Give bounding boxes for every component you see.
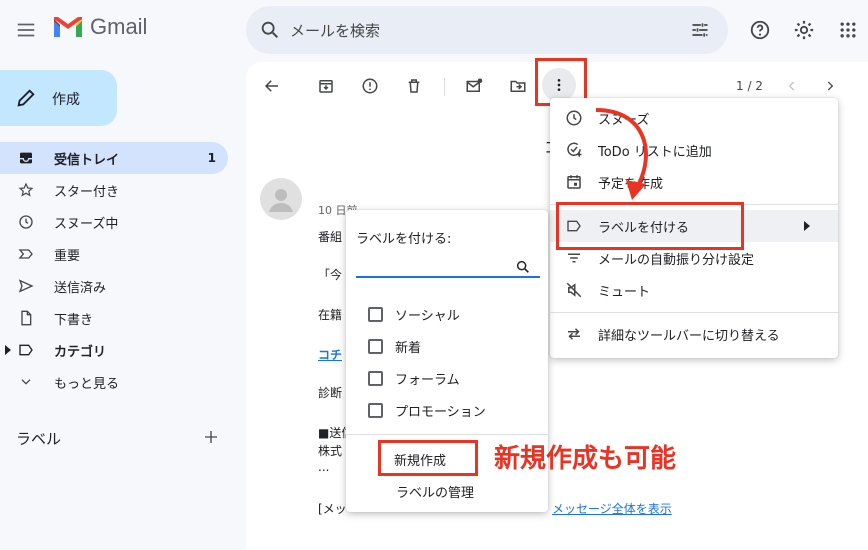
toolbar-divider bbox=[444, 78, 445, 96]
label-option-text: フォーラム bbox=[395, 372, 460, 388]
sidebar-item-label: カテゴリ bbox=[54, 344, 107, 360]
menu-divider bbox=[550, 312, 838, 313]
sidebar-item-drafts[interactable]: 下書き bbox=[0, 302, 228, 334]
plus-icon[interactable] bbox=[200, 426, 222, 448]
unread-count: 1 bbox=[207, 151, 216, 165]
sidebar-item-starred[interactable]: スター付き bbox=[0, 174, 228, 206]
submenu-arrow-icon bbox=[804, 221, 810, 231]
menu-item-mute[interactable]: ミュート bbox=[550, 274, 838, 306]
menu-item-switch-toolbar[interactable]: 詳細なツールバーに切り替える bbox=[550, 318, 838, 350]
search-options-icon[interactable] bbox=[688, 18, 712, 42]
compose-label: 作成 bbox=[52, 92, 80, 108]
sidebar-item-label: 受信トレイ bbox=[54, 152, 120, 168]
create-new-label-button[interactable]: 新規作成 bbox=[394, 450, 446, 469]
gear-icon[interactable] bbox=[792, 18, 816, 42]
sidebar-item-label: 重要 bbox=[54, 248, 81, 264]
compose-button[interactable]: 作成 bbox=[0, 70, 117, 126]
checkbox[interactable] bbox=[368, 306, 383, 322]
main-menu-button[interactable] bbox=[8, 12, 44, 48]
mute-icon bbox=[564, 280, 584, 300]
expand-arrow-icon[interactable] bbox=[4, 345, 12, 355]
menu-item-label: 詳細なツールバーに切り替える bbox=[598, 328, 780, 344]
apps-grid-icon[interactable] bbox=[836, 18, 860, 42]
body-line: 株式 bbox=[318, 444, 343, 458]
sidebar-item-inbox[interactable]: 受信トレイ 1 bbox=[0, 142, 228, 174]
move-to-icon[interactable] bbox=[506, 74, 530, 98]
body-line: ... bbox=[318, 460, 330, 474]
body-line: 診断 bbox=[318, 386, 343, 400]
swap-icon bbox=[564, 324, 584, 344]
important-icon bbox=[16, 244, 36, 264]
sidebar-item-snoozed[interactable]: スヌーズ中 bbox=[0, 206, 228, 238]
chevron-down-icon bbox=[16, 372, 36, 392]
calendar-icon bbox=[564, 172, 584, 192]
back-arrow-icon[interactable] bbox=[260, 74, 284, 98]
checkbox[interactable] bbox=[368, 338, 383, 354]
sidebar-item-label: もっと見る bbox=[54, 376, 120, 392]
chevron-right-icon[interactable] bbox=[818, 74, 842, 98]
trash-icon[interactable] bbox=[402, 74, 426, 98]
chevron-left-icon[interactable] bbox=[780, 74, 804, 98]
body-link[interactable]: コチ bbox=[318, 346, 342, 363]
draft-icon bbox=[16, 308, 36, 328]
pager-count: 1 / 2 bbox=[736, 79, 763, 93]
body-line: 番組 bbox=[318, 230, 343, 244]
label-option[interactable]: 新着 bbox=[368, 334, 421, 358]
filter-icon bbox=[564, 248, 584, 268]
clock-icon bbox=[16, 212, 36, 232]
search-icon[interactable] bbox=[258, 18, 282, 42]
mark-unread-icon[interactable] bbox=[462, 74, 486, 98]
avatar[interactable] bbox=[260, 178, 302, 220]
sidebar-item-categories[interactable]: カテゴリ bbox=[0, 334, 228, 366]
menu-item-label: メールの自動振り分け設定 bbox=[598, 252, 755, 268]
manage-labels-button[interactable]: ラベルの管理 bbox=[396, 482, 474, 501]
show-full-message-link[interactable]: メッセージ全体を表示 bbox=[552, 500, 672, 517]
label-filter-input[interactable] bbox=[356, 254, 540, 278]
checkbox[interactable] bbox=[368, 370, 383, 386]
gmail-logo[interactable]: Gmail bbox=[52, 14, 147, 40]
label-option-text: 新着 bbox=[395, 340, 422, 356]
label-option[interactable]: ソーシャル bbox=[368, 302, 460, 326]
label-option[interactable]: プロモーション bbox=[368, 398, 486, 422]
sidebar-item-label: 下書き bbox=[54, 312, 94, 328]
sidebar-item-sent[interactable]: 送信済み bbox=[0, 270, 228, 302]
sidebar-item-label: スター付き bbox=[54, 184, 120, 200]
labels-heading: ラベル bbox=[16, 430, 62, 448]
body-line: 「今 bbox=[318, 268, 343, 282]
sidebar-item-more[interactable]: もっと見る bbox=[0, 366, 228, 398]
hamburger-icon bbox=[17, 23, 35, 37]
sidebar-item-important[interactable]: 重要 bbox=[0, 238, 228, 270]
body-line: 在籍 bbox=[318, 308, 343, 322]
search-input[interactable]: メールを検索 bbox=[290, 20, 380, 41]
app-name: Gmail bbox=[90, 14, 148, 39]
archive-icon[interactable] bbox=[314, 74, 338, 98]
menu-item-label: ミュート bbox=[598, 284, 651, 300]
help-icon[interactable] bbox=[748, 18, 772, 42]
clock-icon bbox=[564, 108, 584, 128]
popup-divider bbox=[346, 434, 548, 435]
sidebar-item-label: 送信済み bbox=[54, 280, 107, 296]
label-option-text: プロモーション bbox=[395, 404, 486, 420]
pencil-icon bbox=[14, 86, 38, 110]
callout-arrow-icon bbox=[595, 108, 648, 200]
gmail-m-icon bbox=[54, 17, 82, 37]
label-icon bbox=[16, 340, 36, 360]
search-bar[interactable]: メールを検索 bbox=[246, 6, 728, 54]
search-icon[interactable] bbox=[514, 258, 532, 276]
label-option-text: ソーシャル bbox=[395, 308, 460, 324]
inbox-icon bbox=[16, 148, 36, 168]
body-line: [メッ bbox=[318, 502, 347, 516]
label-option[interactable]: フォーラム bbox=[368, 366, 460, 390]
popup-title: ラベルを付ける: bbox=[356, 232, 452, 247]
add-task-icon bbox=[564, 140, 584, 160]
star-icon bbox=[16, 180, 36, 200]
report-spam-icon[interactable] bbox=[358, 74, 382, 98]
checkbox[interactable] bbox=[368, 402, 383, 418]
annotation-callout: 新規作成も可能 bbox=[494, 444, 677, 474]
sidebar-item-label: スヌーズ中 bbox=[54, 216, 119, 232]
send-icon bbox=[16, 276, 36, 296]
